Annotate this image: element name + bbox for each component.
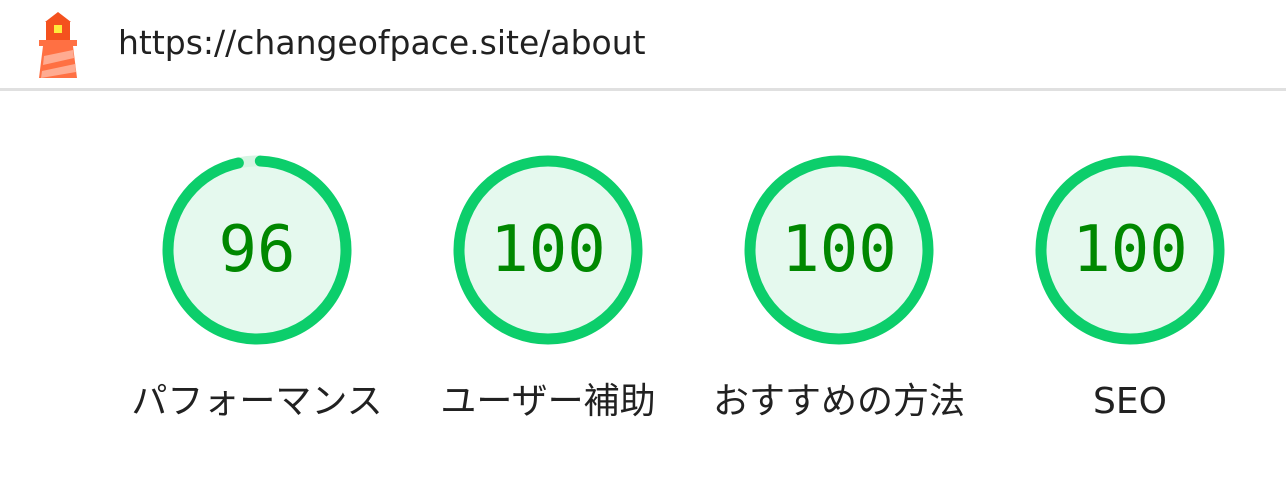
gauge-best-practices[interactable]: 100	[739, 150, 939, 350]
gauge-performance[interactable]: 96	[157, 150, 357, 350]
gauge-accessibility[interactable]: 100	[448, 150, 648, 350]
gauge-label-seo: SEO	[1093, 381, 1167, 422]
gauge-score: 100	[781, 213, 897, 287]
gauge-score: 100	[490, 213, 606, 287]
report-header: https://changeofpace.site/about	[0, 0, 1286, 91]
gauge-score: 100	[1072, 213, 1188, 287]
gauge-label-performance: パフォーマンス	[131, 381, 383, 422]
gauge-label-accessibility: ユーザー補助	[440, 381, 656, 422]
gauge-label-best-practices: おすすめの方法	[712, 381, 965, 422]
lighthouse-icon	[39, 12, 77, 78]
page-url[interactable]: https://changeofpace.site/about	[118, 20, 646, 66]
gauge-seo[interactable]: 100	[1030, 150, 1230, 350]
gauge-score: 96	[218, 213, 296, 287]
